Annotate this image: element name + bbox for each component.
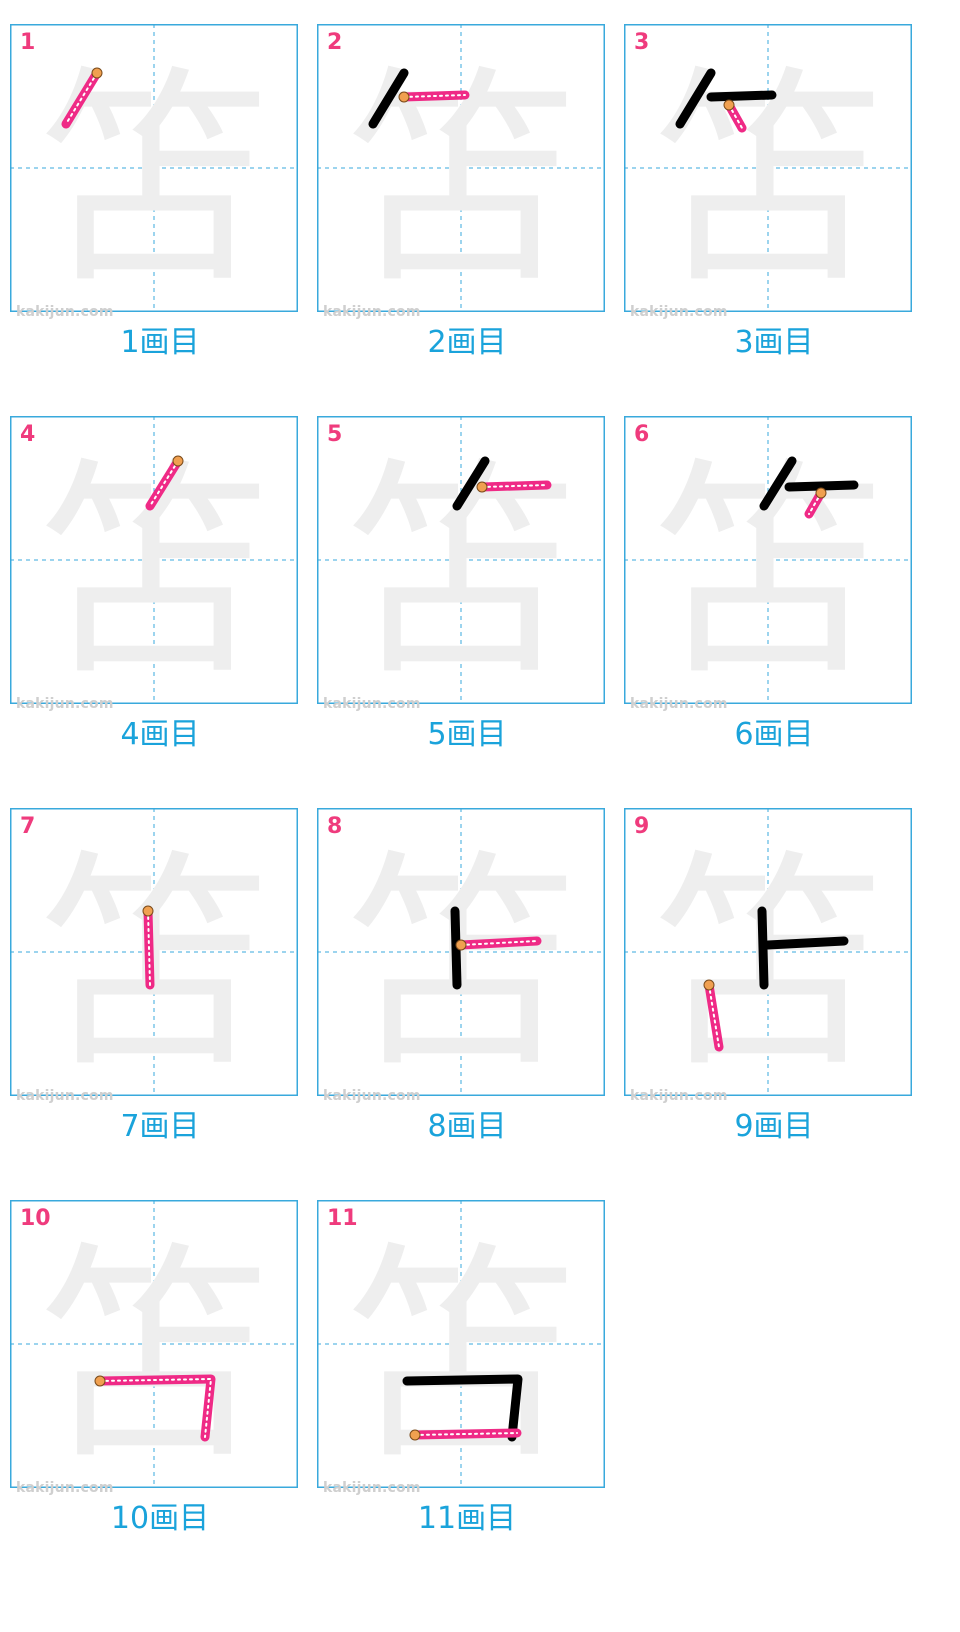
stroke-diagram: 笘 — [624, 416, 912, 704]
watermark: kakijun.com — [323, 1088, 421, 1104]
stroke-cell-10: 笘 10 kakijun.com 10画目 — [0, 1176, 300, 1534]
stroke-diagram: 笘 — [624, 24, 912, 312]
stroke-start-dot — [723, 99, 735, 111]
stroke-panel: 笘 4 kakijun.com — [10, 416, 310, 716]
stroke-start-dot — [398, 91, 410, 103]
completed-stroke — [784, 480, 859, 492]
stroke-panel: 笘 9 kakijun.com — [624, 808, 924, 1108]
stroke-cell-6: 笘 6 kakijun.com 6画目 — [614, 392, 914, 750]
ghost-kanji: 笘 — [346, 48, 576, 312]
stroke-caption: 3画目 — [734, 325, 814, 360]
stroke-start-dot — [409, 1429, 421, 1441]
stroke-cell-5: 笘 5 kakijun.com 5画目 — [307, 392, 607, 750]
stroke-number: 2 — [327, 30, 343, 55]
watermark: kakijun.com — [630, 696, 728, 712]
stroke-panel: 笘 6 kakijun.com — [624, 416, 924, 716]
stroke-start-dot — [703, 979, 715, 991]
stroke-panel: 笘 7 kakijun.com — [10, 808, 310, 1108]
stroke-diagram: 笘 — [317, 416, 605, 704]
completed-stroke — [706, 90, 777, 102]
watermark: kakijun.com — [630, 1088, 728, 1104]
stroke-number: 5 — [327, 422, 343, 447]
stroke-diagram: 笘 — [10, 1200, 298, 1488]
stroke-number: 3 — [634, 30, 650, 55]
stroke-panel: 笘 10 kakijun.com — [10, 1200, 310, 1500]
stroke-caption: 10画目 — [110, 1501, 210, 1536]
stroke-cell-1: 笘 1 kakijun.com 1画目 — [0, 0, 300, 358]
stroke-start-dot — [172, 455, 184, 467]
ghost-kanji: 笘 — [346, 832, 576, 1096]
watermark: kakijun.com — [16, 1480, 114, 1496]
stroke-caption: 7画目 — [120, 1109, 200, 1144]
stroke-diagram: 笘 — [317, 24, 605, 312]
stroke-diagram: 笘 — [10, 24, 298, 312]
ghost-kanji: 笘 — [39, 48, 269, 312]
stroke-cell-3: 笘 3 kakijun.com 3画目 — [614, 0, 914, 358]
completed-stroke — [763, 936, 849, 950]
ghost-kanji: 笘 — [653, 440, 883, 704]
stroke-number: 10 — [20, 1206, 51, 1231]
stroke-diagram: 笘 — [10, 808, 298, 1096]
ghost-kanji: 笘 — [653, 832, 883, 1096]
stroke-caption: 9画目 — [734, 1109, 814, 1144]
stroke-number: 4 — [20, 422, 36, 447]
stroke-caption: 6画目 — [734, 717, 814, 752]
stroke-start-dot — [476, 481, 488, 493]
watermark: kakijun.com — [630, 304, 728, 320]
ghost-kanji: 笘 — [39, 832, 269, 1096]
stroke-panel: 笘 11 kakijun.com — [317, 1200, 617, 1500]
stroke-number: 1 — [20, 30, 36, 55]
watermark: kakijun.com — [323, 304, 421, 320]
stroke-start-dot — [91, 67, 103, 79]
watermark: kakijun.com — [16, 696, 114, 712]
stroke-cell-4: 笘 4 kakijun.com 4画目 — [0, 392, 300, 750]
stroke-number: 9 — [634, 814, 650, 839]
stroke-caption: 8画目 — [427, 1109, 507, 1144]
stroke-diagram: 笘 — [317, 1200, 605, 1488]
stroke-panel: 笘 2 kakijun.com — [317, 24, 617, 324]
stroke-start-dot — [142, 905, 154, 917]
stroke-panel: 笘 1 kakijun.com — [10, 24, 310, 324]
stroke-number: 6 — [634, 422, 650, 447]
stroke-cell-11: 笘 11 kakijun.com 11画目 — [307, 1176, 607, 1534]
stroke-cell-7: 笘 7 kakijun.com 7画目 — [0, 784, 300, 1142]
stroke-caption: 4画目 — [120, 717, 200, 752]
ghost-kanji: 笘 — [39, 1224, 269, 1488]
stroke-number: 8 — [327, 814, 343, 839]
stroke-cell-8: 笘 8 kakijun.com 8画目 — [307, 784, 607, 1142]
watermark: kakijun.com — [323, 1480, 421, 1496]
stroke-diagram: 笘 — [317, 808, 605, 1096]
stroke-diagram: 笘 — [10, 416, 298, 704]
stroke-number: 7 — [20, 814, 36, 839]
stroke-diagram: 笘 — [624, 808, 912, 1096]
ghost-kanji: 笘 — [346, 1224, 576, 1488]
stroke-panel: 笘 5 kakijun.com — [317, 416, 617, 716]
ghost-kanji: 笘 — [653, 48, 883, 312]
stroke-order-page: { "kanji": "笘", "watermark": "kakijun.co… — [0, 0, 960, 1632]
ghost-kanji: 笘 — [346, 440, 576, 704]
stroke-caption: 2画目 — [427, 325, 507, 360]
stroke-cell-9: 笘 9 kakijun.com 9画目 — [614, 784, 914, 1142]
stroke-panel: 笘 8 kakijun.com — [317, 808, 617, 1108]
stroke-start-dot — [455, 939, 467, 951]
stroke-caption: 1画目 — [120, 325, 200, 360]
stroke-start-dot — [94, 1375, 106, 1387]
watermark: kakijun.com — [323, 696, 421, 712]
stroke-cell-2: 笘 2 kakijun.com 2画目 — [307, 0, 607, 358]
stroke-number: 11 — [327, 1206, 358, 1231]
watermark: kakijun.com — [16, 1088, 114, 1104]
stroke-panel: 笘 3 kakijun.com — [624, 24, 924, 324]
ghost-kanji: 笘 — [39, 440, 269, 704]
watermark: kakijun.com — [16, 304, 114, 320]
stroke-start-dot — [815, 487, 827, 499]
stroke-caption: 5画目 — [427, 717, 507, 752]
completed-stroke — [757, 906, 769, 990]
stroke-caption: 11画目 — [417, 1501, 517, 1536]
